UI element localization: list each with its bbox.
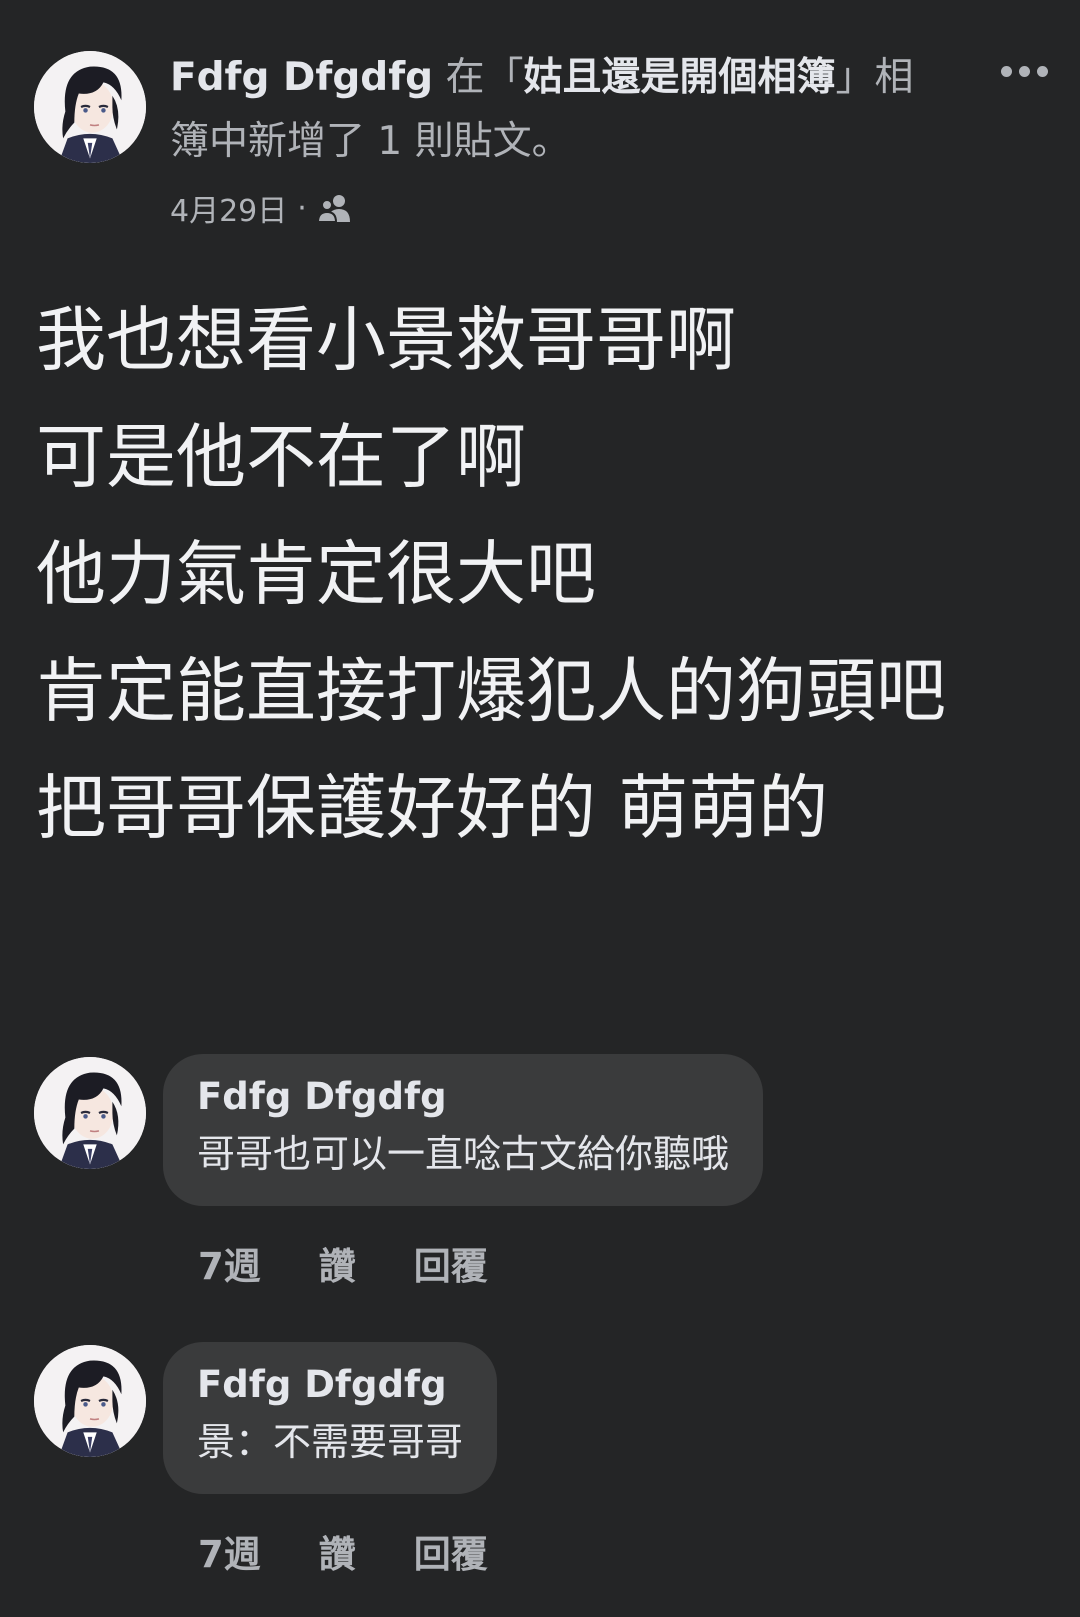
avatar-illustration	[34, 1057, 146, 1169]
avatar-illustration	[34, 51, 146, 163]
post-header: Fdfg Dfgdfg 在「姑且還是開個相簿」相簿中新增了 1 則貼文。 4月2…	[0, 0, 1080, 250]
comment-time[interactable]: 7週	[198, 1524, 261, 1578]
facebook-post-page: Fdfg Dfgdfg 在「姑且還是開個相簿」相簿中新增了 1 則貼文。 4月2…	[0, 0, 1080, 1617]
post-author-name[interactable]: Fdfg Dfgdfg	[170, 55, 433, 100]
post-body-line: 把哥哥保護好好的 萌萌的	[36, 767, 829, 849]
avatar-illustration	[34, 1345, 146, 1457]
friends-icon[interactable]	[316, 192, 353, 224]
author-avatar[interactable]	[34, 51, 146, 163]
post-body-line: 可是他不在了啊	[36, 416, 526, 498]
album-link[interactable]: 姑且還是開個相簿	[524, 55, 836, 100]
more-dot-icon	[1018, 65, 1030, 77]
comment-author[interactable]: Fdfg Dfgdfg	[197, 1358, 463, 1412]
more-options-button[interactable]	[994, 56, 1054, 86]
commenter-avatar[interactable]	[34, 1345, 146, 1457]
comment: Fdfg Dfgdfg 哥哥也可以一直唸古文給你聽哦 7週 讚 回覆	[0, 1054, 1080, 1288]
post-meta: 4月29日 ·	[170, 186, 353, 230]
comment-text: 哥哥也可以一直唸古文給你聽哦	[197, 1132, 730, 1176]
comment-text: 景：不需要哥哥	[197, 1420, 464, 1464]
like-button[interactable]: 讚	[319, 1236, 356, 1290]
comment: Fdfg Dfgdfg 景：不需要哥哥 7週 讚 回覆	[0, 1342, 1080, 1576]
comment-author[interactable]: Fdfg Dfgdfg	[197, 1070, 729, 1124]
post-body: 我也想看小景救哥哥啊 可是他不在了啊 他力氣肯定很大吧 肯定能直接打爆犯人的狗頭…	[36, 282, 1056, 867]
post-action-prefix: 在「	[433, 55, 524, 100]
comment-actions: 7週 讚 回覆	[198, 1524, 488, 1578]
post-body-line: 肯定能直接打爆犯人的狗頭吧	[36, 650, 946, 732]
meta-separator: ·	[297, 190, 307, 226]
like-button[interactable]: 讚	[319, 1524, 356, 1578]
comment-bubble[interactable]: Fdfg Dfgdfg 哥哥也可以一直唸古文給你聽哦	[163, 1054, 764, 1206]
post-body-line: 我也想看小景救哥哥啊	[36, 299, 736, 381]
reply-button[interactable]: 回覆	[414, 1524, 488, 1578]
post-body-line: 他力氣肯定很大吧	[36, 533, 596, 615]
comment-actions: 7週 讚 回覆	[198, 1236, 488, 1290]
more-dot-icon	[1036, 65, 1048, 77]
comment-time[interactable]: 7週	[198, 1236, 261, 1290]
reply-button[interactable]: 回覆	[414, 1236, 488, 1290]
more-dot-icon	[1000, 65, 1012, 77]
comment-bubble[interactable]: Fdfg Dfgdfg 景：不需要哥哥	[163, 1342, 498, 1494]
post-header-text: Fdfg Dfgdfg 在「姑且還是開個相簿」相簿中新增了 1 則貼文。	[170, 46, 950, 174]
post-date[interactable]: 4月29日	[170, 186, 287, 230]
commenter-avatar[interactable]	[34, 1057, 146, 1169]
